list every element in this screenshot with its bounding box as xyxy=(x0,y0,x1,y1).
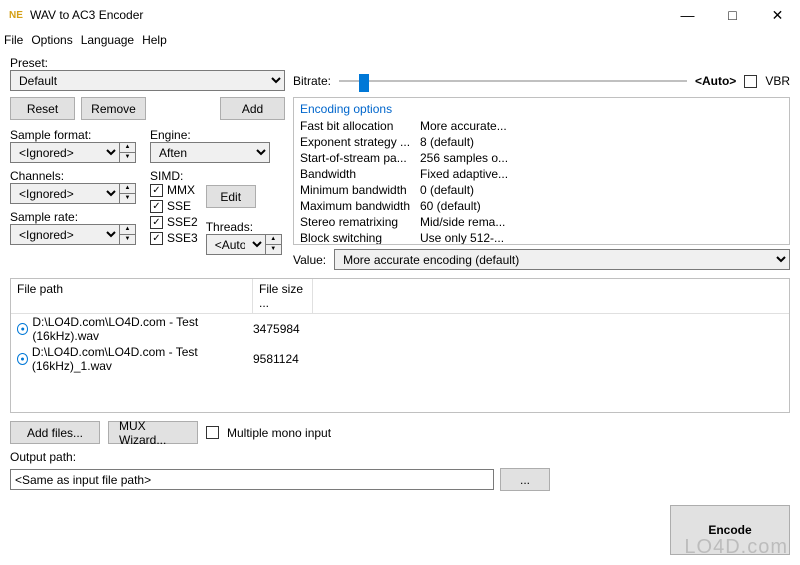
edit-button[interactable]: Edit xyxy=(206,185,256,208)
channels-select[interactable]: <Ignored> xyxy=(10,183,120,204)
engine-select[interactable]: Aften xyxy=(150,142,270,163)
bitrate-label: Bitrate: xyxy=(293,74,331,88)
multi-mono-label: Multiple mono input xyxy=(227,426,331,440)
encoding-options-header: Encoding options xyxy=(294,100,789,118)
close-button[interactable]: ✕ xyxy=(755,0,800,30)
sample-rate-select[interactable]: <Ignored> xyxy=(10,224,120,245)
mmx-checkbox[interactable] xyxy=(150,184,163,197)
option-row: Start-of-stream pa...256 samples o... xyxy=(294,150,789,166)
menubar: File Options Language Help xyxy=(0,30,800,50)
threads-label: Threads: xyxy=(206,220,282,234)
browse-button[interactable]: ... xyxy=(500,468,550,491)
vbr-checkbox[interactable] xyxy=(744,75,757,88)
mux-wizard-button[interactable]: MUX Wizard... xyxy=(108,421,198,444)
sse3-checkbox[interactable] xyxy=(150,232,163,245)
option-row: Maximum bandwidth60 (default) xyxy=(294,198,789,214)
app-icon: NE xyxy=(8,7,24,23)
threads-spinner[interactable]: ▲▼ xyxy=(266,234,282,255)
bitrate-slider[interactable] xyxy=(339,71,687,91)
minimize-button[interactable]: — xyxy=(665,0,710,30)
reset-button[interactable]: Reset xyxy=(10,97,75,120)
output-path-label: Output path: xyxy=(10,450,790,464)
vbr-label: VBR xyxy=(765,74,790,88)
output-path-input[interactable] xyxy=(10,469,494,490)
sample-format-label: Sample format: xyxy=(10,128,140,142)
menu-language[interactable]: Language xyxy=(81,33,134,47)
option-row: Stereo rematrixingMid/side rema... xyxy=(294,214,789,230)
menu-help[interactable]: Help xyxy=(142,33,167,47)
table-row: ●D:\LO4D.com\LO4D.com - Test (16kHz).wav… xyxy=(11,314,789,344)
threads-select[interactable]: <Auto> xyxy=(206,234,266,255)
col-size-header[interactable]: File size ... xyxy=(253,279,313,313)
preset-select[interactable]: Default xyxy=(10,70,285,91)
option-row: Fast bit allocationMore accurate... xyxy=(294,118,789,134)
value-label: Value: xyxy=(293,253,326,267)
sample-format-select[interactable]: <Ignored> xyxy=(10,142,120,163)
sample-rate-label: Sample rate: xyxy=(10,210,140,224)
option-row: Minimum bandwidth0 (default) xyxy=(294,182,789,198)
file-table-header: File path File size ... xyxy=(11,279,789,314)
multi-mono-checkbox[interactable] xyxy=(206,426,219,439)
option-row: Exponent strategy ...8 (default) xyxy=(294,134,789,150)
encoding-options-list[interactable]: Encoding options Fast bit allocationMore… xyxy=(293,97,790,245)
channels-label: Channels: xyxy=(10,169,140,183)
bitrate-auto: <Auto> xyxy=(695,74,736,88)
value-select[interactable]: More accurate encoding (default) xyxy=(334,249,790,270)
titlebar: NE WAV to AC3 Encoder — □ ✕ xyxy=(0,0,800,30)
sample-format-spinner[interactable]: ▲▼ xyxy=(120,142,136,163)
preset-label: Preset: xyxy=(10,56,285,70)
add-button[interactable]: Add xyxy=(220,97,285,120)
window-title: WAV to AC3 Encoder xyxy=(30,8,143,22)
file-table[interactable]: File path File size ... ●D:\LO4D.com\LO4… xyxy=(10,278,790,413)
simd-label: SIMD: xyxy=(150,169,198,183)
table-row: ●D:\LO4D.com\LO4D.com - Test (16kHz)_1.w… xyxy=(11,344,789,374)
sse-checkbox[interactable] xyxy=(150,200,163,213)
sample-rate-spinner[interactable]: ▲▼ xyxy=(120,224,136,245)
maximize-button[interactable]: □ xyxy=(710,0,755,30)
menu-options[interactable]: Options xyxy=(31,33,72,47)
add-files-button[interactable]: Add files... xyxy=(10,421,100,444)
col-path-header[interactable]: File path xyxy=(11,279,253,313)
sse2-checkbox[interactable] xyxy=(150,216,163,229)
file-icon: ● xyxy=(17,323,28,335)
file-icon: ● xyxy=(17,353,28,365)
option-row: Block switchingUse only 512-... xyxy=(294,230,789,245)
engine-label: Engine: xyxy=(150,128,285,142)
encode-button[interactable]: Encode xyxy=(670,505,790,555)
channels-spinner[interactable]: ▲▼ xyxy=(120,183,136,204)
option-row: BandwidthFixed adaptive... xyxy=(294,166,789,182)
remove-button[interactable]: Remove xyxy=(81,97,146,120)
menu-file[interactable]: File xyxy=(4,33,23,47)
